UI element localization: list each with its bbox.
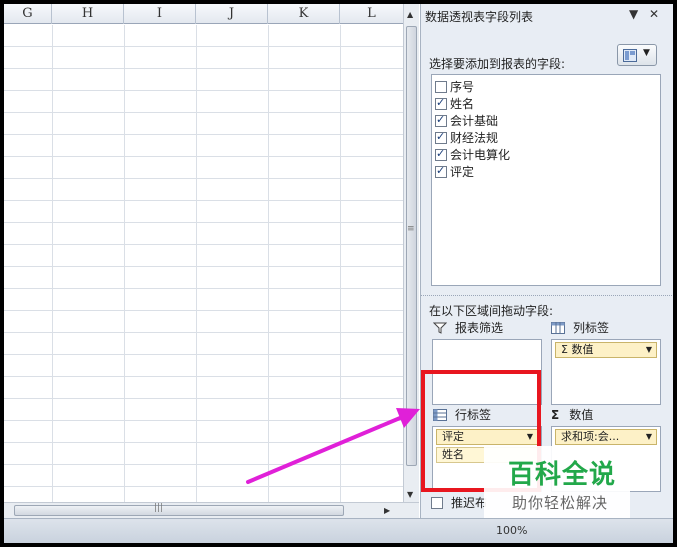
field-label: 序号 [450,80,475,94]
field-checkbox[interactable] [435,80,447,93]
field-item-pingding[interactable]: 评定 [435,163,474,180]
field-item-xuhao[interactable]: 序号 [435,78,474,95]
grid-line [124,25,125,502]
column-label: H [81,6,94,21]
column-label: L [367,6,376,21]
grid-line [268,25,269,502]
field-checkbox[interactable] [435,96,447,110]
defer-checkbox[interactable] [431,496,443,509]
grid-line [196,25,197,502]
column-header-g[interactable]: G [4,4,52,24]
panel-splitter[interactable] [421,295,673,297]
column-label: G [22,6,33,21]
column-header-l[interactable]: L [340,4,403,24]
column-labels-icon [551,321,565,334]
field-checkbox[interactable] [435,164,447,178]
horizontal-scrollbar[interactable]: ||| ▶ [4,502,419,518]
column-label: K [298,6,309,21]
scroll-down-icon[interactable]: ▼ [407,490,413,499]
column-labels-label: 列标签 [573,321,610,335]
area-hint: 在以下区域间拖动字段: [429,304,554,318]
field-item-xingming[interactable]: 姓名 [435,95,474,112]
zoom-level[interactable]: 100% [496,524,527,537]
chip-label: Σ 数值 [561,343,594,356]
cell-grid[interactable] [4,25,403,502]
layout-options-button[interactable]: ▼ [617,44,657,66]
chip-label: 求和项:会... [561,430,620,443]
value-field-chip[interactable]: 求和项:会... ▼ [555,429,657,445]
close-icon[interactable]: ✕ [649,7,659,21]
hscroll-thumb[interactable] [14,505,344,516]
chevron-down-icon[interactable]: ▼ [646,430,652,444]
field-label: 评定 [450,165,475,179]
watermark-title: 百科全说 [508,460,617,490]
field-label: 会计电算化 [450,148,511,162]
values-title: Σ 数值 [551,406,593,423]
panel-title: 数据透视表字段列表 [425,10,534,24]
grip-icon: ≡ [407,224,415,234]
grip-icon: ||| [154,503,164,513]
field-list[interactable]: 序号 姓名 会计基础 财经法规 会计电算化 评定 [431,74,661,286]
field-item-kuaijidiansuanhua[interactable]: 会计电算化 [435,146,510,163]
grid-line [340,25,341,502]
chevron-down-icon[interactable]: ▼ [646,343,652,357]
values-label: 数值 [569,408,594,422]
report-filter-title: 报表筛选 [433,319,503,336]
column-label: I [156,6,163,21]
field-label: 会计基础 [450,114,499,128]
chevron-down-icon: ▼ [643,48,650,58]
filter-icon [433,322,447,334]
field-item-kuaijijichu[interactable]: 会计基础 [435,112,498,129]
sigma-icon: Σ [551,407,560,422]
column-header-k[interactable]: K [268,4,340,24]
column-field-chip[interactable]: Σ 数值 ▼ [555,342,657,358]
field-section-label: 选择要添加到报表的字段: [429,57,566,71]
field-label: 姓名 [450,97,475,111]
grid-line [52,25,53,502]
column-header-h[interactable]: H [52,4,124,24]
vertical-scrollbar[interactable]: ▲ ≡ ▼ [403,4,419,502]
defer-layout-update[interactable]: 推迟布 [431,494,487,511]
scroll-thumb[interactable] [406,26,417,466]
watermark: 百科全说 助你轻松解决 [484,446,630,518]
layout-icon [623,49,637,62]
watermark-subtitle: 助你轻松解决 [512,494,609,512]
scroll-up-icon[interactable]: ▲ [407,10,413,19]
field-checkbox[interactable] [435,113,447,127]
column-header-i[interactable]: I [124,4,196,24]
column-label: J [228,6,235,21]
defer-label: 推迟布 [451,496,488,510]
column-header-j[interactable]: J [196,4,268,24]
column-labels-title: 列标签 [551,319,609,336]
field-checkbox[interactable] [435,130,447,144]
field-label: 财经法规 [450,131,499,145]
field-item-caijingfagui[interactable]: 财经法规 [435,129,498,146]
column-header-bar: G H I J K L [4,4,403,24]
status-bar: 100% [4,518,673,543]
column-labels-area[interactable]: Σ 数值 ▼ [551,339,661,405]
scroll-right-icon[interactable]: ▶ [384,506,390,515]
field-checkbox[interactable] [435,147,447,161]
worksheet[interactable]: G H I J K L [4,4,403,502]
panel-menu-icon[interactable]: ▼ [629,7,638,21]
report-filter-label: 报表筛选 [455,321,504,335]
